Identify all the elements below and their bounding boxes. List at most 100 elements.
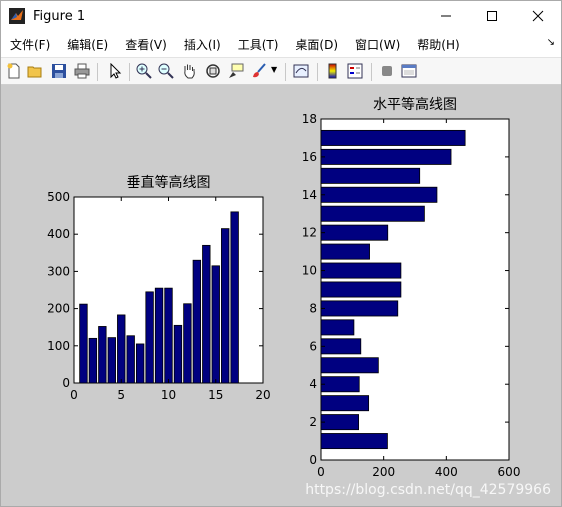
menu-bar: 文件(F) 编辑(E) 查看(V) 插入(I) 工具(T) 桌面(D) 窗口(W… (1, 33, 561, 55)
bar-horizontal (320, 395, 370, 412)
bar-vertical (230, 211, 239, 384)
y-tick-label: 200 (47, 302, 70, 316)
zoom-out-icon[interactable] (158, 63, 174, 79)
pan-hand-icon[interactable] (181, 63, 197, 79)
toolbar-separator (317, 63, 318, 81)
bar-horizontal (320, 224, 389, 241)
show-plot-tools-icon[interactable] (401, 63, 417, 79)
y-tick-label: 2 (309, 415, 317, 429)
brush-icon[interactable] (251, 63, 267, 79)
bar-horizontal (320, 433, 388, 450)
bar-horizontal (320, 319, 355, 336)
hide-plot-tools-icon[interactable] (379, 63, 395, 79)
x-tick-label: 20 (255, 388, 270, 402)
title-bar[interactable]: Figure 1 (1, 1, 561, 31)
y-tick-label: 6 (309, 339, 317, 353)
y-tick-label: 18 (302, 112, 317, 126)
toolbar-separator (371, 63, 372, 81)
maximize-button[interactable] (469, 1, 515, 31)
data-cursor-icon[interactable] (228, 63, 244, 79)
pointer-icon[interactable] (107, 63, 123, 79)
x-tick-label: 0 (70, 388, 78, 402)
bar-vertical (79, 303, 88, 384)
bar-vertical (117, 314, 126, 384)
y-tick-label: 0 (62, 376, 70, 390)
zoom-in-icon[interactable] (136, 63, 152, 79)
matlab-icon (9, 8, 25, 24)
bar-vertical (183, 303, 192, 384)
bar-vertical (145, 291, 154, 384)
x-tick-label: 5 (117, 388, 125, 402)
bar-vertical (88, 337, 98, 384)
y-tick-label: 8 (309, 301, 317, 315)
bar-vertical (154, 287, 164, 384)
menu-view[interactable]: 查看(V) (116, 36, 175, 53)
bar-horizontal (320, 262, 402, 279)
bar-horizontal (320, 186, 438, 203)
figure-canvas: 0 5 10 15 20 0 100 200 300 400 500 垂直等高线图 0 200 400 600… (1, 85, 561, 506)
bar-vertical (211, 265, 220, 384)
bar-vertical (164, 287, 173, 384)
bar-horizontal (320, 243, 370, 260)
bar-vertical (126, 335, 135, 384)
menu-insert[interactable]: 插入(I) (175, 36, 229, 53)
bar-horizontal (320, 281, 402, 298)
chart-title: 水平等高线图 (373, 96, 457, 113)
y-tick-label: 12 (302, 226, 317, 240)
bar-horizontal (320, 300, 399, 317)
rotate-3d-icon[interactable] (205, 63, 221, 79)
y-tick-label: 10 (302, 264, 317, 278)
bar-vertical (98, 326, 107, 384)
legend-icon[interactable] (347, 63, 363, 79)
bar-horizontal (320, 167, 421, 184)
bar-vertical (202, 244, 211, 384)
bar-horizontal (320, 414, 359, 431)
save-icon[interactable] (51, 63, 67, 79)
bar-horizontal (320, 205, 425, 222)
x-tick-label: 400 (435, 465, 458, 479)
link-plot-icon[interactable] (293, 63, 309, 79)
x-tick-label: 200 (372, 465, 395, 479)
new-figure-icon[interactable] (6, 63, 22, 79)
y-tick-label: 500 (47, 190, 70, 204)
minimize-button[interactable] (423, 1, 469, 31)
close-button[interactable] (515, 1, 561, 31)
chart-title: 垂直等高线图 (127, 174, 211, 191)
chevron-icon[interactable]: ↘ (547, 37, 555, 48)
x-tick-label: 15 (208, 388, 223, 402)
menu-file[interactable]: 文件(F) (1, 36, 58, 53)
y-tick-label: 300 (47, 264, 70, 278)
toolbar-separator (129, 63, 130, 81)
bar-horizontal (320, 357, 379, 374)
menu-tools[interactable]: 工具(T) (229, 36, 287, 53)
bar-vertical (135, 343, 145, 384)
watermark-text: https://blog.csdn.net/qq_42579966 (305, 482, 551, 498)
minimize-icon (441, 15, 451, 17)
y-tick-label: 0 (309, 453, 317, 467)
x-tick-label: 10 (161, 388, 176, 402)
toolbar-separator (97, 63, 98, 81)
menu-edit[interactable]: 编辑(E) (58, 36, 116, 53)
bar-vertical (221, 228, 230, 384)
print-icon[interactable] (74, 63, 90, 79)
toolbar-separator (285, 63, 286, 81)
y-tick-label: 400 (47, 227, 70, 241)
open-file-icon[interactable] (27, 63, 43, 79)
bar-horizontal (320, 129, 466, 146)
window-title: Figure 1 (33, 8, 86, 24)
bar-horizontal (320, 338, 362, 355)
menu-desktop[interactable]: 桌面(D) (286, 36, 346, 53)
bar-horizontal (320, 148, 452, 165)
dropdown-arrow-icon[interactable]: ▼ (271, 65, 279, 81)
y-tick-label: 100 (47, 339, 70, 353)
plot-canvas: 0 5 10 15 200100200300400500垂直等高线图0 200 400 600… (47, 96, 520, 479)
y-tick-label: 4 (309, 377, 317, 391)
x-tick-label: 0 (317, 465, 325, 479)
y-tick-label: 14 (302, 188, 317, 202)
figure-window: Figure 1 文件(F) 编辑(E) 查看(V) 插入(I) 工具(T) 桌… (0, 0, 562, 507)
y-tick-label: 16 (302, 150, 317, 164)
menu-help[interactable]: 帮助(H) (408, 36, 467, 53)
bar-vertical (173, 324, 183, 384)
menu-window[interactable]: 窗口(W) (346, 36, 408, 53)
colorbar-icon[interactable] (325, 63, 341, 79)
